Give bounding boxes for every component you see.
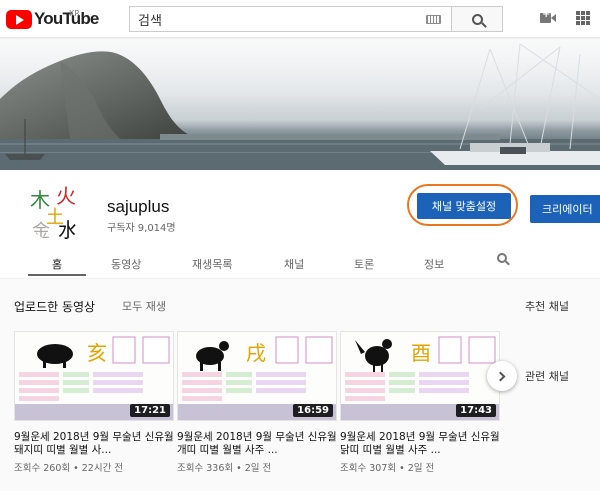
apps-grid-icon[interactable] bbox=[576, 11, 590, 25]
video-thumbnail[interactable]: 戌 16:59 bbox=[177, 331, 337, 421]
search-placeholder: 검색 bbox=[138, 13, 162, 29]
youtube-logo[interactable]: YouTube KR bbox=[6, 9, 99, 29]
thumbnail-char: 亥 bbox=[87, 341, 107, 365]
avatar-metal-char: 金 bbox=[32, 221, 50, 241]
tab-channels[interactable]: 채널 bbox=[284, 256, 304, 272]
channel-search-icon[interactable] bbox=[497, 253, 507, 263]
tab-videos[interactable]: 동영상 bbox=[111, 256, 141, 272]
customize-channel-button[interactable]: 채널 맞춤설정 bbox=[417, 193, 511, 219]
thumbnail-char: 酉 bbox=[411, 341, 431, 365]
search-bar: 검색 bbox=[129, 6, 503, 32]
thumbnail-char: 戌 bbox=[246, 341, 266, 365]
channel-name: sajuplus bbox=[107, 197, 170, 216]
active-tab-indicator bbox=[28, 274, 86, 276]
channel-header: 木 火 土 金 水 sajuplus 구독자 9,014명 채널 맞춤설정 크리… bbox=[0, 170, 600, 278]
search-button[interactable] bbox=[451, 6, 503, 32]
tab-playlists[interactable]: 재생목록 bbox=[192, 256, 232, 272]
video-card[interactable]: 酉 17:43 9월운세 2018년 9월 무술년 신유월 닭띠 띠별 월별 사… bbox=[340, 331, 500, 474]
upload-video-icon[interactable] bbox=[540, 9, 556, 23]
tab-home[interactable]: 홈 bbox=[52, 256, 62, 272]
video-meta: 조회수 307회 • 2일 전 bbox=[340, 463, 435, 474]
logo-text: YouTube bbox=[34, 9, 99, 28]
pig-silhouette bbox=[37, 344, 73, 364]
video-duration: 16:59 bbox=[293, 404, 333, 417]
video-title[interactable]: 9월운세 2018년 9월 무술년 신유월 개띠 띠별 월별 사주 ... bbox=[177, 431, 337, 457]
keyboard-icon[interactable] bbox=[426, 15, 441, 24]
top-bar: YouTube KR 검색 bbox=[0, 0, 600, 38]
tab-discussion[interactable]: 토론 bbox=[354, 256, 374, 272]
related-channels-heading: 관련 채널 bbox=[525, 370, 569, 383]
video-card[interactable]: 戌 16:59 9월운세 2018년 9월 무술년 신유월 개띠 띠별 월별 사… bbox=[177, 331, 337, 474]
region-label: KR bbox=[69, 9, 80, 18]
search-input[interactable]: 검색 bbox=[129, 6, 451, 32]
subscriber-count: 구독자 9,014명 bbox=[107, 223, 176, 234]
chevron-right-icon bbox=[495, 371, 506, 381]
video-meta: 조회수 336회 • 2일 전 bbox=[177, 463, 272, 474]
video-thumbnail[interactable]: 酉 17:43 bbox=[340, 331, 500, 421]
channel-content: 업로드한 동영상 모두 재생 추천 채널 관련 채널 亥 17:21 9월운세 … bbox=[0, 279, 600, 491]
youtube-play-icon bbox=[6, 9, 32, 29]
uploads-section-title[interactable]: 업로드한 동영상 bbox=[14, 298, 95, 315]
play-all-link[interactable]: 모두 재생 bbox=[122, 298, 166, 314]
video-card[interactable]: 亥 17:21 9월운세 2018년 9월 무술년 신유월 돼지띠 띠별 월별 … bbox=[14, 331, 174, 474]
tab-about[interactable]: 정보 bbox=[424, 256, 444, 272]
channel-avatar[interactable]: 木 火 土 金 水 bbox=[26, 181, 86, 241]
next-videos-button[interactable] bbox=[487, 361, 517, 391]
channel-banner bbox=[0, 39, 600, 170]
avatar-water-char: 水 bbox=[58, 218, 78, 241]
customize-highlight: 채널 맞춤설정 bbox=[407, 184, 518, 226]
video-thumbnail[interactable]: 亥 17:21 bbox=[14, 331, 174, 421]
banner-photo bbox=[0, 39, 600, 170]
video-duration: 17:21 bbox=[130, 404, 170, 417]
search-icon bbox=[471, 13, 483, 25]
avatar-fire-char: 火 bbox=[56, 184, 76, 208]
creator-studio-button[interactable]: 크리에이터 bbox=[530, 195, 600, 223]
rooster-silhouette bbox=[365, 346, 389, 366]
video-duration: 17:43 bbox=[456, 404, 496, 417]
video-title[interactable]: 9월운세 2018년 9월 무술년 신유월 닭띠 띠별 월별 사주 ... bbox=[340, 431, 500, 457]
featured-channels-heading: 추천 채널 bbox=[525, 300, 569, 313]
video-meta: 조회수 260회 • 22시간 전 bbox=[14, 463, 124, 474]
video-title[interactable]: 9월운세 2018년 9월 무술년 신유월 돼지띠 띠별 월별 사... bbox=[14, 431, 174, 457]
